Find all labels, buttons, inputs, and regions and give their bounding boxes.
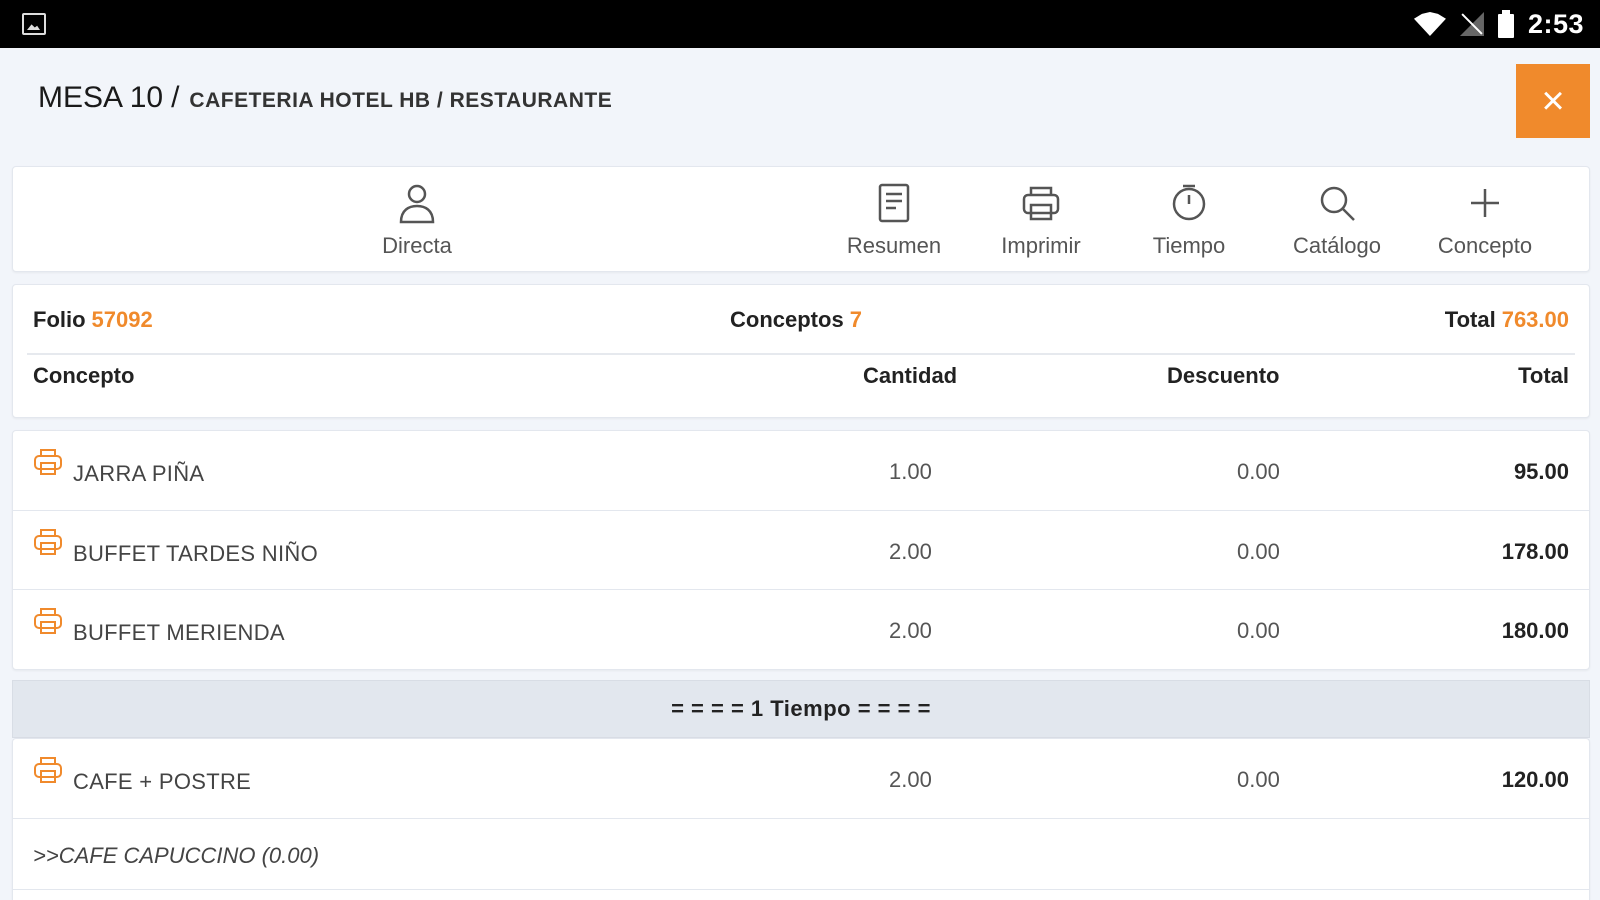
wifi-icon xyxy=(1413,12,1446,36)
person-icon xyxy=(395,181,439,225)
item-descuento: 0.00 xyxy=(1237,459,1280,484)
close-button[interactable]: × xyxy=(1516,64,1590,138)
item-descuento: 0.00 xyxy=(1237,767,1280,792)
item-total: 120.00 xyxy=(1501,767,1569,792)
search-icon xyxy=(1315,181,1359,225)
clock: 2:53 xyxy=(1527,8,1584,39)
tiempo-separator: = = = = 1 Tiempo = = = = xyxy=(12,680,1590,738)
item-name: CAFE + POSTRE xyxy=(73,769,252,794)
directa-label: Directa xyxy=(382,233,452,258)
column-header-concepto: Concepto xyxy=(33,363,135,388)
column-header-descuento: Descuento xyxy=(1167,363,1280,388)
catalogo-button[interactable]: Catálogo xyxy=(1267,181,1407,263)
resumen-label: Resumen xyxy=(846,233,942,258)
concepto-label: Concepto xyxy=(1437,233,1533,258)
item-name: BUFFET TARDES NIÑO xyxy=(73,541,318,566)
item-cantidad: 1.00 xyxy=(889,459,932,484)
concepto-button[interactable]: Concepto xyxy=(1415,181,1555,263)
table-name: MESA 10 xyxy=(38,81,164,114)
tiempo-items-list: CAFE + POSTRE 2.00 0.00 120.00 >>CAFE CA… xyxy=(12,738,1590,900)
catalogo-label: Catálogo xyxy=(1292,233,1382,258)
conceptos-label: Conceptos xyxy=(730,307,844,332)
order-summary: Folio 57092 Conceptos 7 Total 763.00 Concep… xyxy=(12,284,1590,418)
status-bar: 2:53 xyxy=(0,0,1600,48)
item-descuento: 0.00 xyxy=(1237,539,1280,564)
item-total: 180.00 xyxy=(1501,618,1569,643)
item-total: 95.00 xyxy=(1513,459,1569,484)
folio-value: 57092 xyxy=(91,307,153,332)
close-icon: × xyxy=(1541,79,1565,123)
tiempo-label: Tiempo xyxy=(1152,233,1226,258)
total-value: 763.00 xyxy=(1501,307,1569,332)
resumen-button[interactable]: Resumen xyxy=(824,181,964,263)
table-row[interactable]: JARRA PIÑA 1.00 0.00 95.00 xyxy=(13,431,1589,510)
printer-icon xyxy=(1019,181,1063,225)
imprimir-label: Imprimir xyxy=(1001,233,1081,258)
divider xyxy=(13,889,1589,890)
image-notification-icon xyxy=(22,13,46,35)
document-icon xyxy=(872,181,916,225)
plus-icon xyxy=(1463,181,1507,225)
item-total: 178.00 xyxy=(1501,539,1569,564)
table-row[interactable]: CAFE + POSTRE 2.00 0.00 120.00 xyxy=(13,739,1589,818)
system-icons: 2:53 xyxy=(1413,0,1584,48)
printer-icon xyxy=(34,608,62,634)
page-title: MESA 10 / CAFETERIA HOTEL HB / RESTAURAN… xyxy=(38,81,612,115)
order-total: Total 763.00 xyxy=(1445,307,1569,333)
imprimir-button[interactable]: Imprimir xyxy=(971,181,1111,263)
conceptos-value: 7 xyxy=(849,307,862,332)
conceptos-count: Conceptos 7 xyxy=(730,307,862,333)
table-row[interactable]: BUFFET TARDES NIÑO 2.00 0.00 178.00 xyxy=(13,510,1589,589)
column-header-cantidad: Cantidad xyxy=(863,363,958,388)
folio: Folio 57092 xyxy=(33,307,153,333)
total-label: Total xyxy=(1444,307,1496,332)
item-cantidad: 2.00 xyxy=(889,618,932,643)
printer-icon xyxy=(34,449,62,475)
order-items-list: JARRA PIÑA 1.00 0.00 95.00 BUFFET TARDES… xyxy=(12,430,1590,670)
location-name: CAFETERIA HOTEL HB / RESTAURANTE xyxy=(189,89,613,112)
header: MESA 10 / CAFETERIA HOTEL HB / RESTAURAN… xyxy=(0,48,1600,158)
summary-row: Folio 57092 Conceptos 7 Total 763.00 xyxy=(13,285,1589,353)
item-descuento: 0.00 xyxy=(1237,618,1280,643)
sub-item-row: >>CAFE CAPUCCINO (0.00) xyxy=(13,818,1589,890)
battery-icon xyxy=(1497,10,1514,38)
printer-icon xyxy=(34,757,62,783)
item-cantidad: 2.00 xyxy=(889,539,932,564)
sub-item-name: >>CAFE CAPUCCINO (0.00) xyxy=(33,843,320,868)
action-toolbar: Directa Resumen Imprimir Tiempo Catálogo… xyxy=(12,166,1590,272)
table-row[interactable]: BUFFET MERIENDA 2.00 0.00 180.00 xyxy=(13,589,1589,668)
printer-icon xyxy=(34,529,62,555)
column-header-total: Total xyxy=(1518,363,1569,388)
item-name: BUFFET MERIENDA xyxy=(73,620,285,645)
directa-button[interactable]: Directa xyxy=(347,181,487,263)
clock-icon xyxy=(1167,181,1211,225)
item-cantidad: 2.00 xyxy=(889,767,932,792)
title-separator: / xyxy=(171,81,180,114)
no-signal-icon xyxy=(1460,12,1484,36)
tiempo-button[interactable]: Tiempo xyxy=(1119,181,1259,263)
divider xyxy=(27,353,1575,355)
item-name: JARRA PIÑA xyxy=(73,461,205,486)
folio-label: Folio xyxy=(33,307,86,332)
